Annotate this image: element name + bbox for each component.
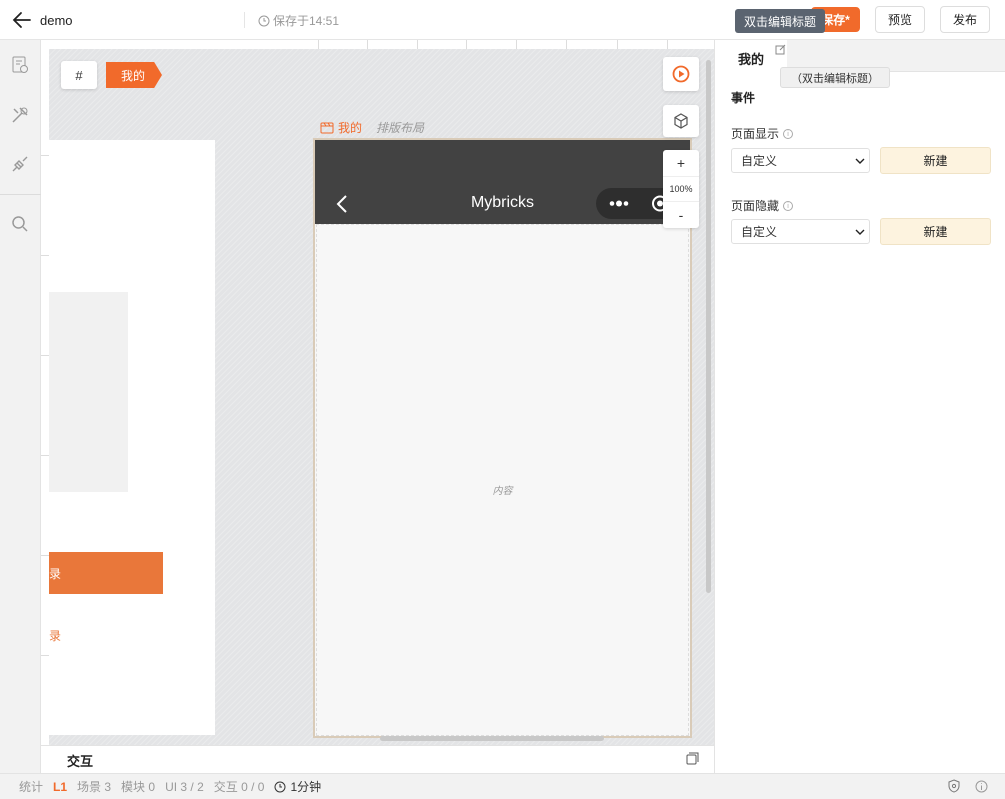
event-label-text: 页面隐藏 [731,199,780,213]
select-value: 自定义 [741,154,778,168]
tools-icon[interactable] [10,105,30,125]
ruler-tick [617,40,618,49]
ruler-tick [41,155,49,156]
page-hide-new-button[interactable]: 新建 [880,218,991,245]
run-button[interactable] [663,57,699,91]
module-count: 模块 0 [121,780,156,794]
ruler-tick [41,455,49,456]
page-hide-select[interactable]: 自定义 [731,219,870,244]
cube-icon [674,113,688,129]
events-section-title: 事件 [731,91,756,105]
edit-title-hint: （双击编辑标题） [780,67,890,88]
scene-count: 场景 3 [77,780,112,794]
info-icon[interactable]: i [783,128,794,139]
ruler-tick [318,40,319,49]
interaction-title[interactable]: 交互 [67,751,93,770]
app-name: demo [40,13,73,28]
zoom-in-button[interactable]: + [663,150,699,176]
left-page-image-placeholder [49,292,128,492]
event-label-page-hide: 页面隐藏 i [731,197,794,214]
vertical-scrollbar[interactable] [706,60,711,593]
info-icon[interactable] [975,780,988,793]
page-show-select[interactable]: 自定义 [731,148,870,173]
clock-icon [258,15,270,26]
ruler-tick [41,255,49,256]
zoom-out-button[interactable]: - [663,202,699,228]
toolbar-divider [0,194,41,195]
status-bar: 统计 L1 场景 3 模块 0 UI 3 / 2 交互 0 / 0 1分钟 [0,773,1005,799]
stats-label[interactable]: 统计 [19,778,43,795]
elapsed-time: 1分钟 [290,780,322,794]
page-frame-icon [320,122,334,133]
saved-status: 保存于14:51 [258,12,339,29]
chevron-down-icon [855,229,865,235]
chevron-down-icon [855,158,865,164]
left-page-button-text: 录 [49,567,62,581]
ruler-tick [41,355,49,356]
saved-text: 保存于14:51 [273,14,340,28]
horizontal-scrollbar[interactable] [380,736,604,741]
ruler-tick [566,40,567,49]
clock-icon [274,781,286,792]
frame-name: 我的 [338,121,363,135]
zoom-control: + 100% - [663,150,699,228]
publish-button[interactable]: 发布 [940,6,990,33]
event-label-page-show: 页面显示 i [731,125,794,142]
left-page-link-text: 录 [49,629,62,643]
maximize-icon[interactable] [686,752,699,765]
ui-count: UI 3 / 2 [165,779,204,794]
title-tooltip: 双击编辑标题 [735,9,826,33]
phone-content-area[interactable] [316,224,689,736]
left-page-button [49,552,163,594]
content-placeholder: 内容 [492,486,513,497]
info-icon[interactable]: i [783,200,794,211]
interaction-count: 交互 0 / 0 [213,780,265,794]
search-icon[interactable] [10,214,30,234]
plugin-icon[interactable] [10,154,30,174]
frame-label[interactable]: 我的 排版布局 [320,119,424,136]
page-show-new-button[interactable]: 新建 [880,147,991,174]
security-icon[interactable] [947,779,961,793]
left-ruler [41,40,49,745]
interaction-panel-header [41,745,714,773]
scene-tag[interactable]: 我的 [106,62,162,88]
ruler-tick [516,40,517,49]
edit-title-icon[interactable] [775,44,786,55]
frame-layout-label[interactable]: 排版布局 [376,119,424,136]
left-toolbar [0,40,41,773]
ruler-tick [667,40,668,49]
ruler-tick [466,40,467,49]
level-badge: L1 [53,779,68,794]
hash-button[interactable]: # [61,61,97,89]
event-label-text: 页面显示 [731,127,780,141]
zoom-level: 100% [663,176,699,202]
play-circle-icon [672,65,690,83]
3d-view-button[interactable] [663,105,699,137]
top-ruler [49,40,714,49]
page-history-icon[interactable] [10,55,30,75]
ruler-tick [367,40,368,49]
ruler-tick [41,655,49,656]
divider [244,12,245,28]
ruler-tick [41,555,49,556]
ruler-tick [417,40,418,49]
select-value: 自定义 [741,225,778,239]
back-arrow-icon[interactable] [12,11,32,29]
preview-button[interactable]: 预览 [875,6,925,33]
